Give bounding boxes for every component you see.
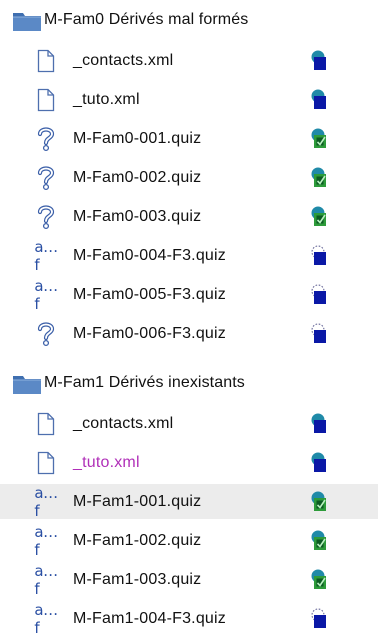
af-glyph: a…f — [34, 561, 58, 598]
af-glyph: a…f — [34, 237, 58, 274]
file-label: M-Fam0-006-F3.quiz — [73, 324, 226, 342]
status-saved-icon — [310, 50, 328, 72]
status-checked-icon — [310, 128, 328, 150]
status-checked-icon — [310, 530, 328, 552]
af-file-icon: a…f — [34, 277, 58, 313]
file-label: _tuto.xml — [73, 90, 140, 108]
file-row[interactable]: _tuto.xml — [0, 82, 378, 117]
folder-row-m-fam1[interactable]: M-Fam1 Dérivés inexistants — [0, 368, 378, 398]
folder-label: M-Fam0 Dérivés mal formés — [44, 11, 249, 28]
file-row[interactable]: a…f M-Fam1-002.quiz — [0, 523, 378, 559]
status-pending-icon — [310, 322, 328, 345]
status-saved-icon — [310, 452, 328, 474]
file-row[interactable]: M-Fam0-001.quiz — [0, 121, 378, 156]
file-row[interactable]: M-Fam0-002.quiz — [0, 160, 378, 195]
status-checked-icon — [310, 206, 328, 228]
folder-row-m-fam0[interactable]: M-Fam0 Dérivés mal formés — [0, 5, 378, 35]
af-file-icon: a…f — [34, 562, 58, 598]
af-glyph: a…f — [34, 483, 58, 520]
file-row[interactable]: M-Fam0-003.quiz — [0, 199, 378, 234]
file-label: M-Fam0-004-F3.quiz — [73, 246, 226, 264]
document-icon — [35, 411, 57, 437]
af-file-icon: a…f — [34, 523, 58, 559]
status-pending-icon — [310, 283, 328, 306]
file-label: M-Fam0-001.quiz — [73, 129, 202, 147]
status-checked-icon — [310, 569, 328, 591]
folder-icon — [13, 13, 41, 31]
status-checked-icon — [310, 491, 328, 513]
af-glyph: a…f — [34, 276, 58, 313]
status-checked-icon — [310, 167, 328, 189]
document-icon — [35, 87, 57, 113]
af-file-icon: a…f — [34, 484, 58, 520]
file-row-selected[interactable]: a…f M-Fam1-001.quiz — [0, 484, 378, 520]
question-mark-icon — [35, 321, 57, 347]
af-file-icon: a…f — [34, 238, 58, 274]
file-label: _contacts.xml — [73, 51, 174, 69]
folder-icon — [13, 376, 41, 394]
file-row[interactable]: _contacts.xml — [0, 406, 378, 441]
file-label: _contacts.xml — [73, 414, 174, 432]
folder-label: M-Fam1 Dérivés inexistants — [44, 374, 245, 391]
status-pending-icon — [310, 607, 328, 630]
question-mark-icon — [35, 204, 57, 230]
file-label: M-Fam1-002.quiz — [73, 531, 202, 549]
document-icon — [35, 48, 57, 74]
status-pending-icon — [310, 244, 328, 267]
question-mark-icon — [35, 126, 57, 152]
file-label: M-Fam1-003.quiz — [73, 570, 202, 588]
file-row[interactable]: a…f M-Fam0-004-F3.quiz — [0, 238, 378, 274]
status-saved-icon — [310, 413, 328, 435]
file-label: M-Fam0-005-F3.quiz — [73, 285, 226, 303]
af-glyph: a…f — [34, 522, 58, 559]
file-row[interactable]: _contacts.xml — [0, 43, 378, 78]
file-label: M-Fam1-004-F3.quiz — [73, 609, 226, 627]
file-row[interactable]: M-Fam0-006-F3.quiz — [0, 316, 378, 351]
file-row[interactable]: a…f M-Fam0-005-F3.quiz — [0, 277, 378, 313]
file-label: M-Fam0-002.quiz — [73, 168, 202, 186]
file-label: _tuto.xml — [73, 453, 140, 471]
file-tree: M-Fam0 Dérivés mal formés _contacts.xml … — [0, 0, 378, 639]
file-label: M-Fam0-003.quiz — [73, 207, 202, 225]
af-file-icon: a…f — [34, 601, 58, 637]
file-row[interactable]: a…f M-Fam1-004-F3.quiz — [0, 601, 378, 637]
status-saved-icon — [310, 89, 328, 111]
file-label: M-Fam1-001.quiz — [73, 492, 202, 510]
document-icon — [35, 450, 57, 476]
file-row[interactable]: a…f M-Fam1-003.quiz — [0, 562, 378, 598]
question-mark-icon — [35, 165, 57, 191]
af-glyph: a…f — [34, 600, 58, 637]
file-row[interactable]: _tuto.xml — [0, 445, 378, 480]
